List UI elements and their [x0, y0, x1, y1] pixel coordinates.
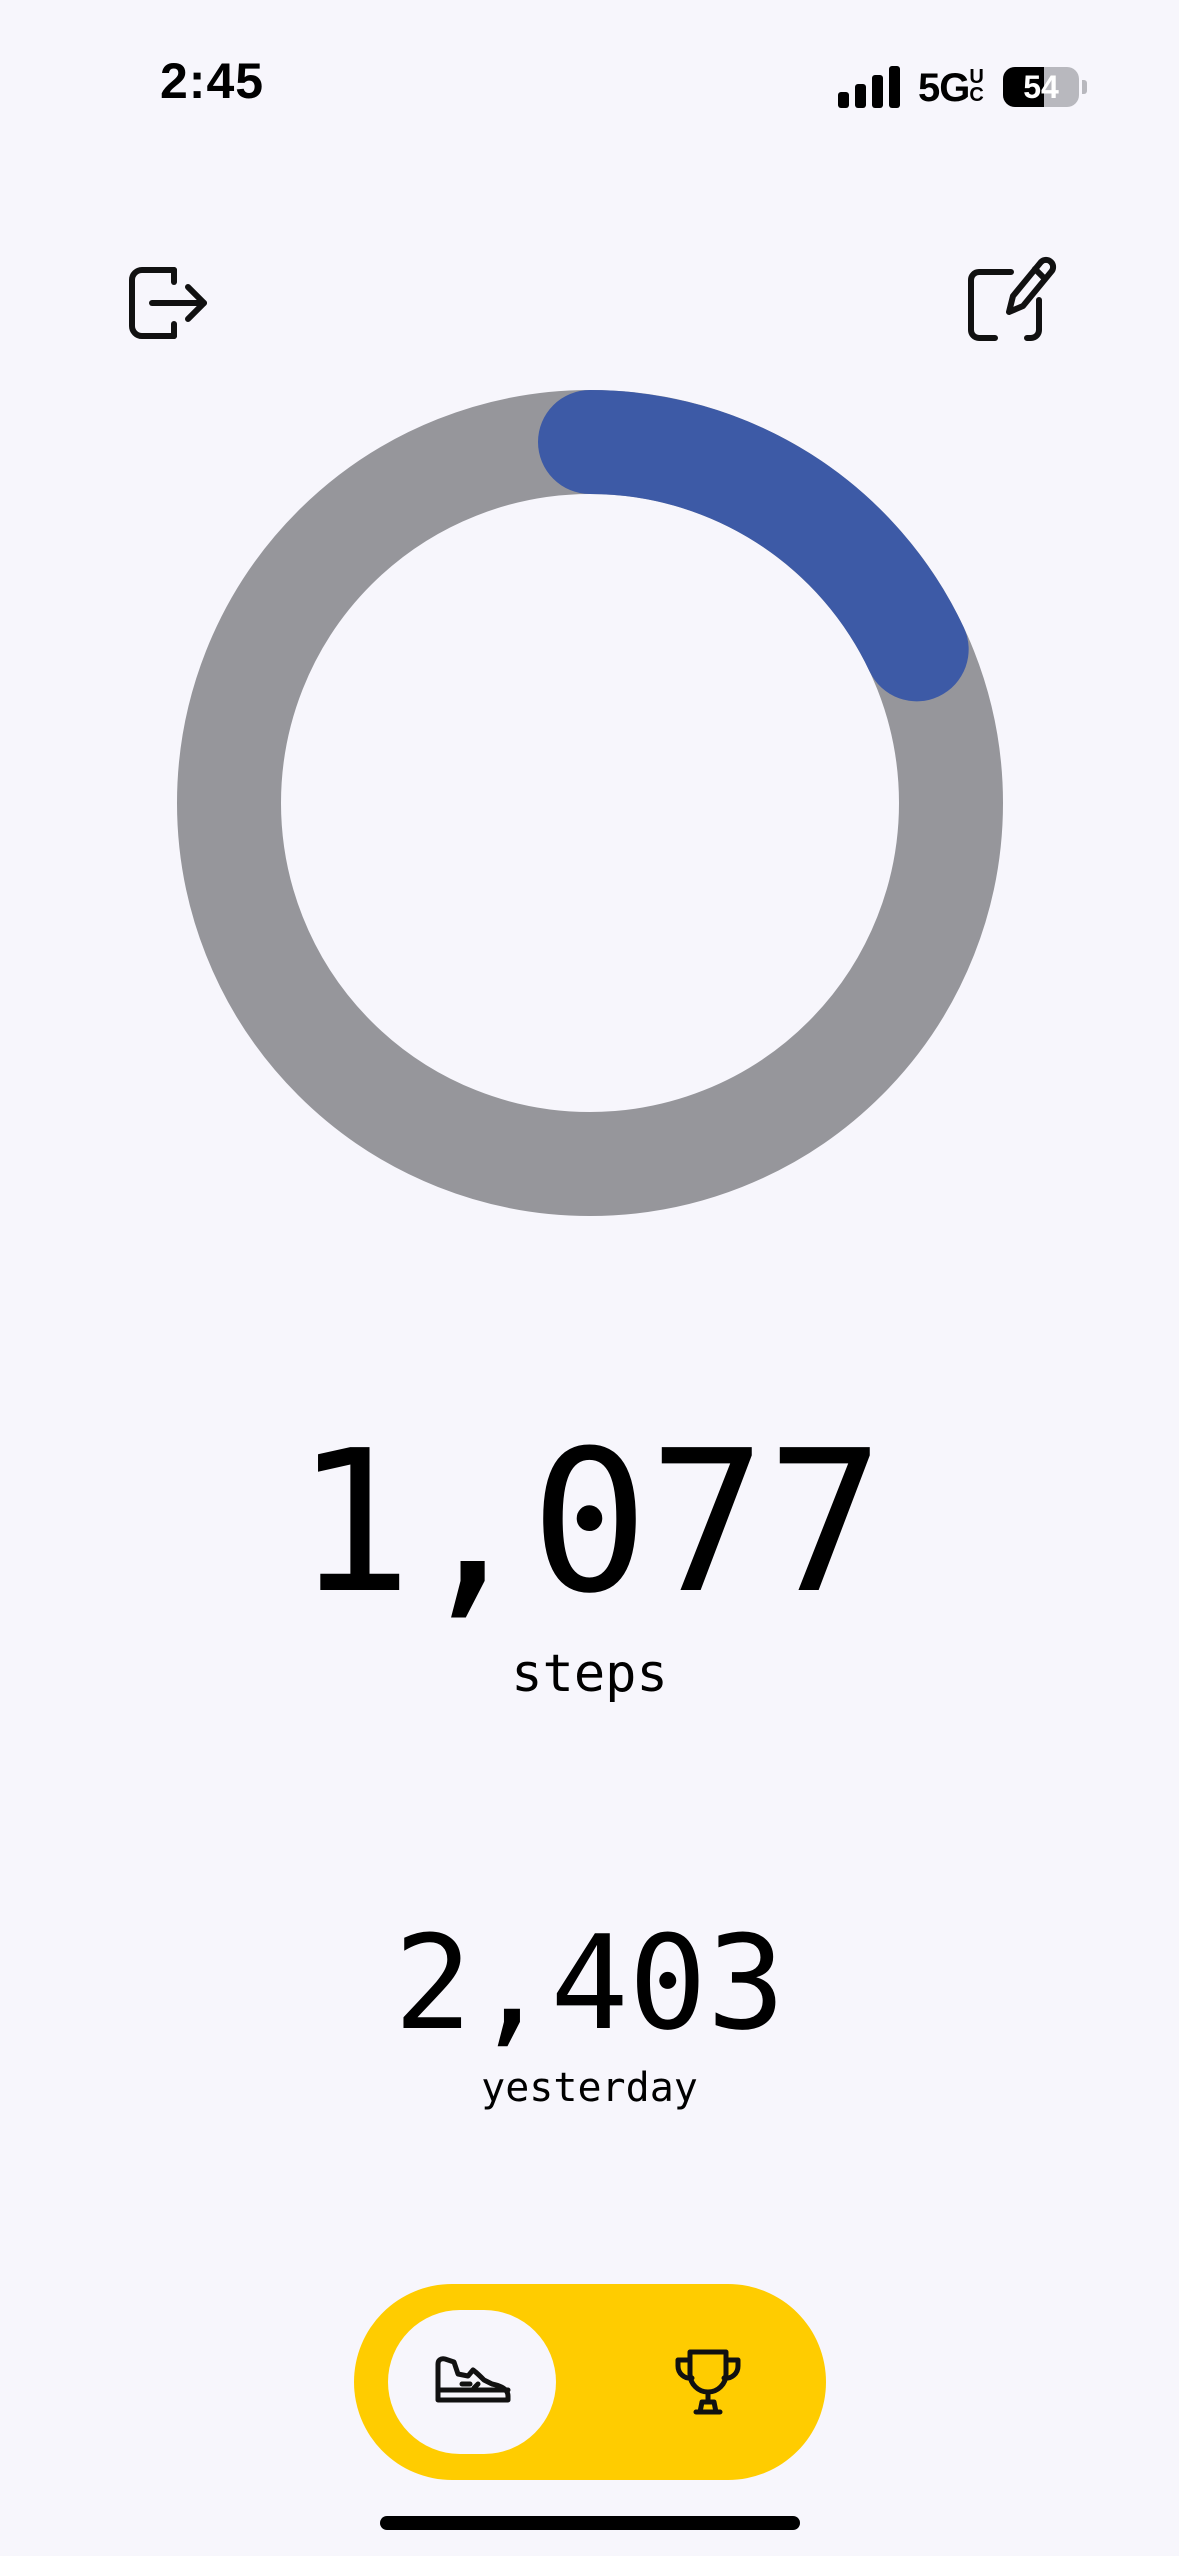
sneaker-icon	[435, 2356, 511, 2403]
logout-icon	[129, 267, 207, 339]
trophy-icon	[675, 2349, 741, 2415]
network-type: 5GUC	[918, 66, 984, 111]
yesterday-step-label: yesterday	[481, 2065, 698, 2111]
today-step-label: steps	[511, 1644, 668, 1704]
network-badge: UC	[969, 66, 983, 106]
network-label: 5G	[918, 66, 970, 110]
today-step-count: 1,077	[294, 1409, 885, 1637]
tab-bar	[354, 2284, 826, 2480]
battery-icon: 54	[1003, 67, 1079, 107]
tab-steps[interactable]	[388, 2310, 556, 2454]
yesterday-step-count: 2,403	[393, 1907, 786, 2059]
battery-percent: 54	[1023, 69, 1059, 105]
status-time: 2:45	[160, 53, 265, 109]
home-indicator[interactable]	[380, 2516, 800, 2530]
signal-strength-icon	[838, 66, 900, 108]
battery-tip	[1082, 80, 1087, 94]
logout-button[interactable]	[122, 258, 212, 348]
step-progress-ring	[177, 390, 1003, 1216]
edit-icon	[968, 256, 1057, 341]
edit-button[interactable]	[965, 250, 1057, 341]
tab-leaderboard[interactable]	[624, 2310, 792, 2454]
